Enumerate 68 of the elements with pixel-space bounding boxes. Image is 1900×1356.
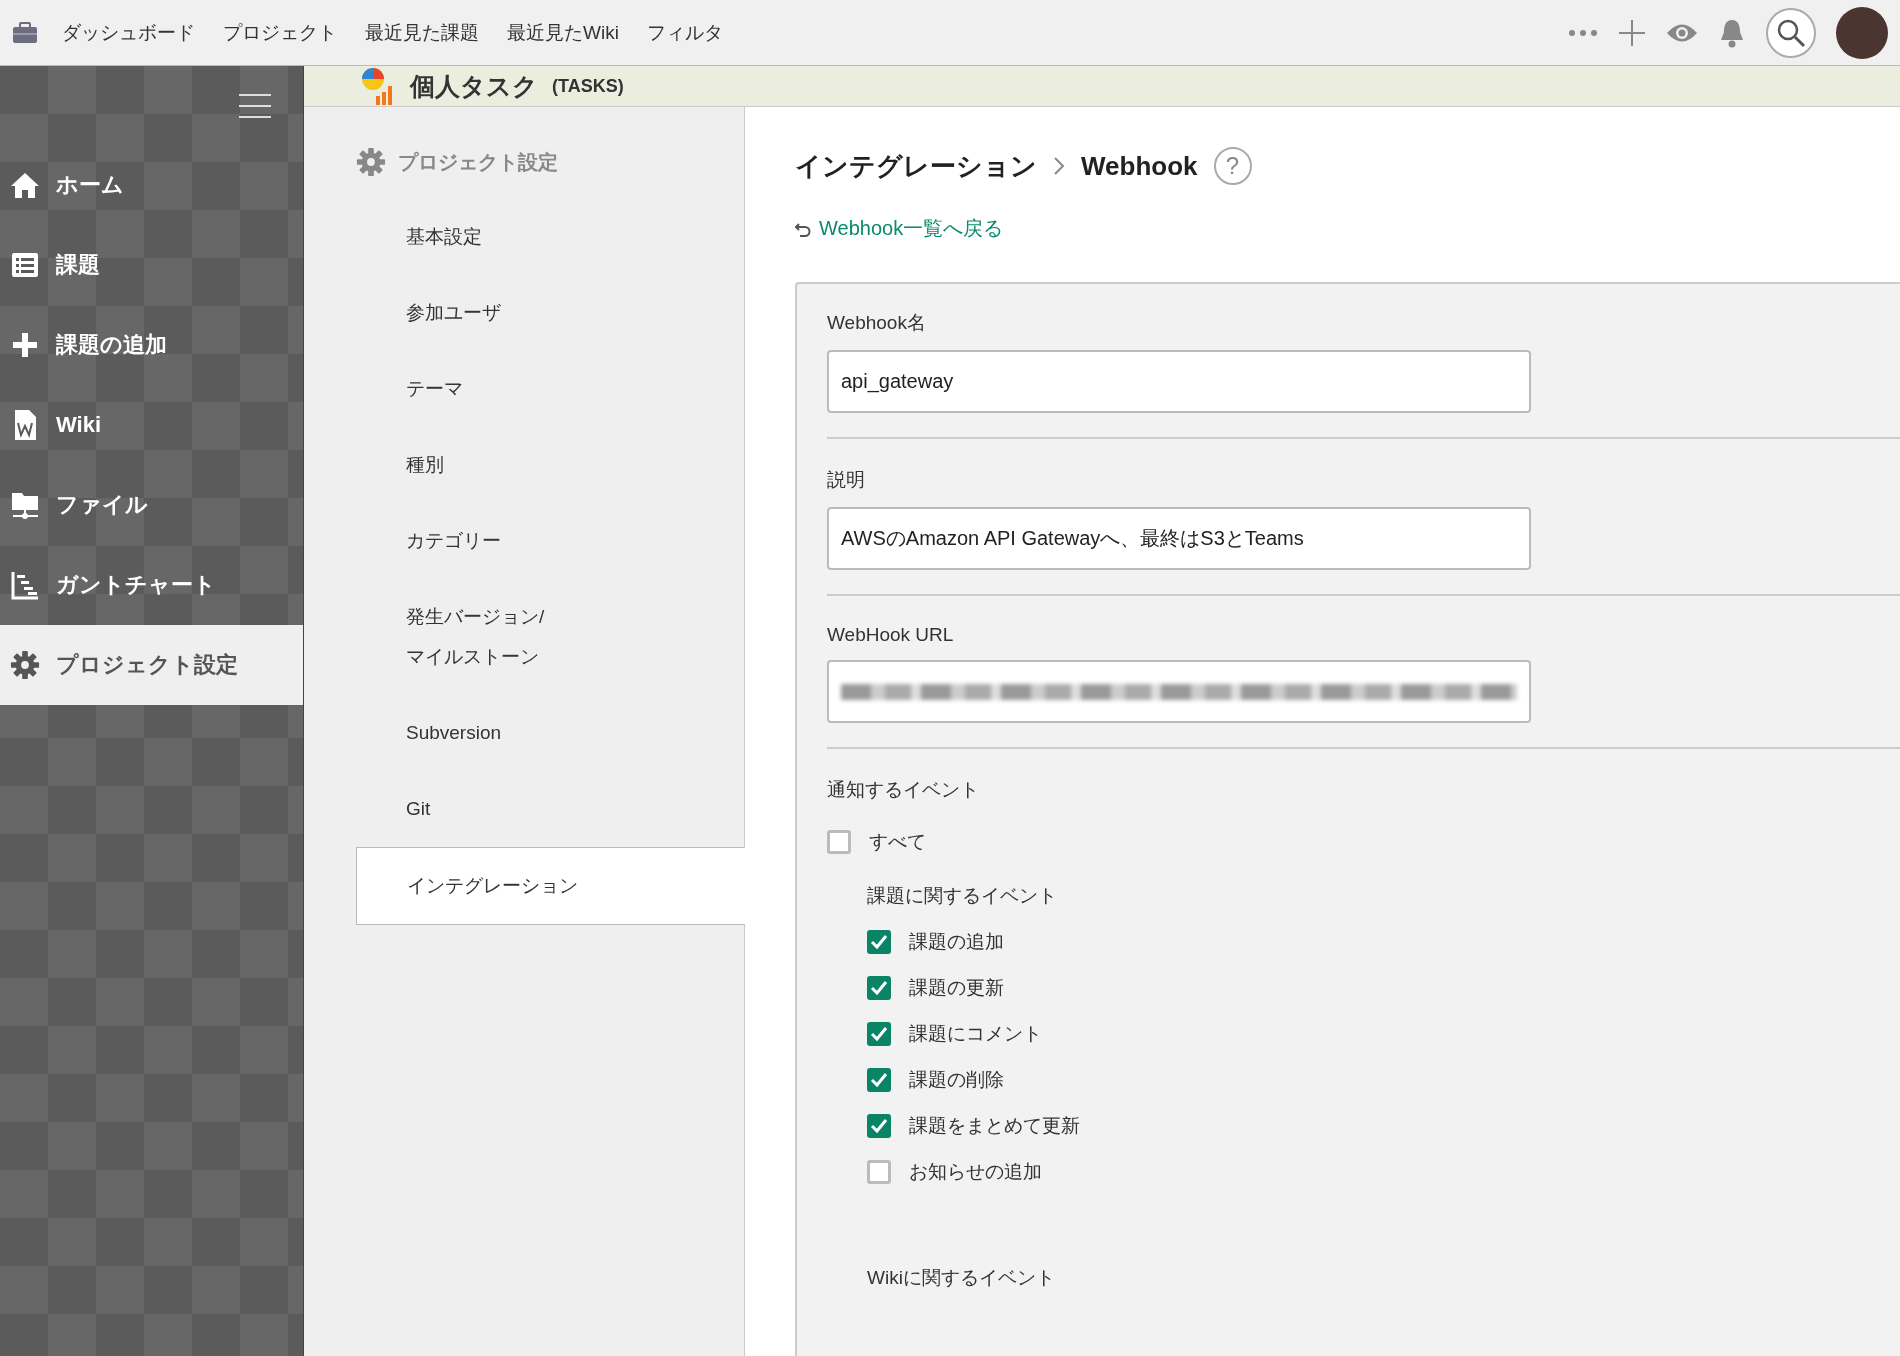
- more-icon[interactable]: [1568, 28, 1598, 37]
- settings-menu-item[interactable]: 種別: [356, 427, 744, 503]
- list-icon: [10, 251, 40, 279]
- plus-icon: [10, 331, 40, 359]
- group-title: Wikiに関するイベント: [867, 1266, 1056, 1290]
- gantt-chart-icon: [10, 570, 40, 600]
- checkbox[interactable]: [867, 930, 891, 954]
- group-title: 課題に関するイベント: [867, 884, 1058, 908]
- checkbox-label: 課題の追加: [909, 930, 1004, 954]
- input-field[interactable]: AWSのAmazon API Gatewayへ、最終はS3とTeams: [827, 507, 1531, 570]
- search-button[interactable]: [1766, 7, 1816, 58]
- sidebar-item[interactable]: Wiki: [0, 385, 303, 465]
- input-field[interactable]: api_gateway: [827, 350, 1531, 413]
- settings-menu-item[interactable]: Subversion: [356, 695, 744, 771]
- project-name: 個人タスク: [410, 70, 538, 102]
- gear-icon: [356, 147, 386, 177]
- settings-menu-title: プロジェクト設定: [398, 149, 558, 175]
- settings-menu-item[interactable]: 発生バージョン/ マイルストーン: [356, 579, 744, 695]
- sidebar-item[interactable]: プロジェクト設定: [0, 625, 303, 705]
- settings-menu-item[interactable]: テーマ: [356, 351, 744, 427]
- home-icon: [10, 171, 40, 199]
- page-title: Webhook: [1081, 150, 1198, 182]
- search-icon: [1776, 17, 1806, 48]
- sidebar-item[interactable]: 課題の追加: [0, 305, 303, 385]
- section-label: 通知するイベント: [827, 778, 980, 802]
- menu-icon[interactable]: [239, 92, 271, 119]
- field-label: Webhook名: [827, 311, 927, 335]
- checkbox-label: 課題をまとめて更新: [909, 1114, 1080, 1138]
- settings-menu-item[interactable]: インテグレーション: [356, 847, 745, 925]
- sidebar-item[interactable]: 課題: [0, 225, 303, 305]
- folder-icon: [10, 490, 40, 520]
- sidebar-item[interactable]: ホーム: [0, 145, 303, 225]
- checkbox-label: お知らせの追加: [909, 1160, 1042, 1184]
- bell-icon[interactable]: [1718, 17, 1746, 48]
- checkbox[interactable]: [827, 830, 851, 854]
- nav-link[interactable]: プロジェクト: [223, 19, 337, 46]
- checkbox-label: 課題の更新: [909, 976, 1004, 1000]
- checkbox[interactable]: [867, 1114, 891, 1138]
- checkbox[interactable]: [867, 1068, 891, 1092]
- back-link[interactable]: Webhook一覧へ戻る: [819, 215, 1004, 242]
- avatar[interactable]: [1836, 6, 1888, 59]
- checkbox-label: すべて: [869, 830, 926, 854]
- settings-menu-item[interactable]: 参加ユーザ: [356, 275, 744, 351]
- plus-icon[interactable]: [1618, 18, 1646, 47]
- briefcase-icon[interactable]: [12, 21, 38, 44]
- settings-menu-item[interactable]: 基本設定: [356, 199, 744, 275]
- checkbox[interactable]: [867, 1022, 891, 1046]
- project-key: (TASKS): [552, 75, 624, 97]
- checkbox-label: 課題にコメント: [909, 1022, 1042, 1046]
- checkbox[interactable]: [867, 1160, 891, 1184]
- nav-link[interactable]: 最近見たWiki: [507, 19, 619, 46]
- nav-link[interactable]: フィルタ: [646, 19, 723, 46]
- field-label: 説明: [827, 468, 866, 492]
- help-button[interactable]: ?: [1213, 147, 1252, 185]
- gear-icon: [10, 650, 40, 680]
- field-label: WebHook URL: [827, 624, 955, 646]
- breadcrumb-link[interactable]: インテグレーション: [795, 148, 1037, 184]
- settings-menu-item[interactable]: Git: [356, 771, 744, 847]
- checkbox-label: 課題の削除: [909, 1068, 1004, 1092]
- sidebar-item[interactable]: ガントチャート: [0, 545, 303, 625]
- chevron-right-icon: [1053, 156, 1065, 176]
- nav-link[interactable]: ダッシュボード: [62, 19, 195, 46]
- settings-menu-item[interactable]: カテゴリー: [356, 503, 744, 579]
- input-field[interactable]: [827, 660, 1531, 723]
- return-arrow-icon: [795, 220, 811, 237]
- sidebar-item[interactable]: ファイル: [0, 465, 303, 545]
- checkbox[interactable]: [867, 976, 891, 1000]
- nav-link[interactable]: 最近見た課題: [365, 19, 479, 46]
